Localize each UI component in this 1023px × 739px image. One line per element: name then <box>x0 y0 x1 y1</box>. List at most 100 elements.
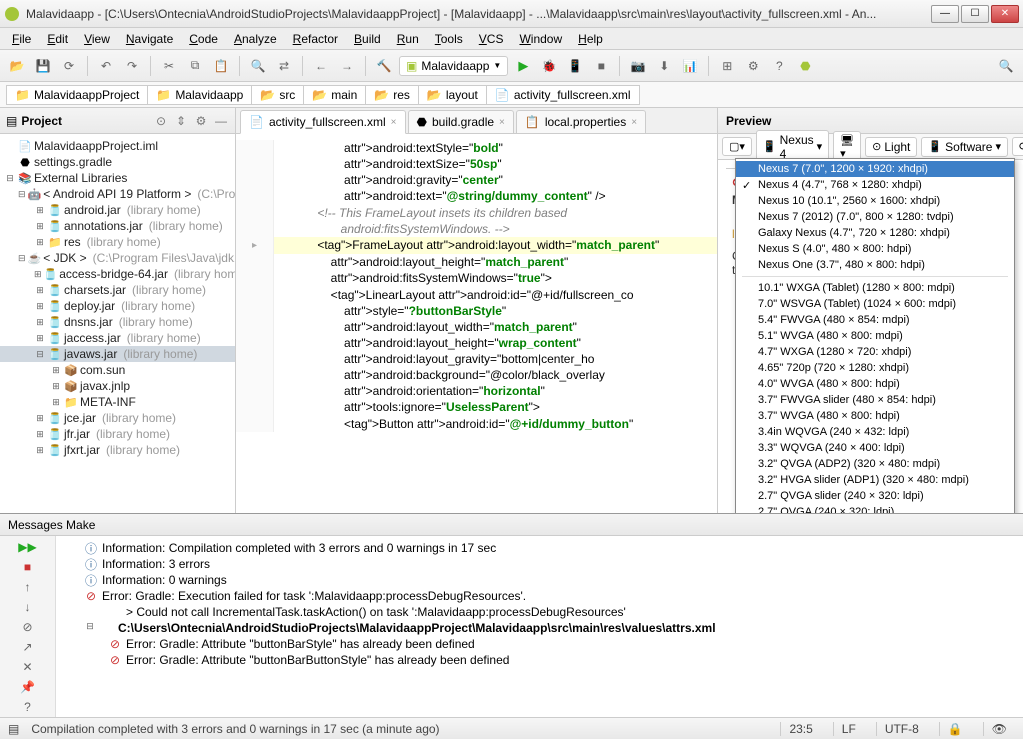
code-line[interactable]: attr">style="?buttonBarStyle" <box>236 303 717 319</box>
device-option[interactable]: 4.65" 720p (720 × 1280: xhdpi) <box>736 360 1014 376</box>
tree-toggle-icon[interactable]: ⊞ <box>50 397 62 408</box>
device-option[interactable]: 10.1" WXGA (Tablet) (1280 × 800: mdpi) <box>736 280 1014 296</box>
copy-button[interactable]: ⧉ <box>184 55 206 77</box>
code-line[interactable]: attr">android:textStyle="bold" <box>236 140 717 156</box>
tree-item[interactable]: ⊞🫙deploy.jar(library home) <box>0 298 235 314</box>
device-option[interactable]: 3.2" QVGA (ADP2) (320 × 480: mdpi) <box>736 456 1014 472</box>
stop-icon[interactable]: ■ <box>19 560 37 574</box>
device-option[interactable]: 2.7" QVGA (240 × 320: ldpi) <box>736 504 1014 513</box>
monitor-button[interactable]: 📊 <box>679 55 701 77</box>
close-tab-icon[interactable]: × <box>499 117 505 128</box>
tree-item[interactable]: ⊞📦javax.jnlp <box>0 378 235 394</box>
tree-item[interactable]: 📄MalavidaappProject.iml <box>0 138 235 154</box>
breadcrumb-3[interactable]: 📂main <box>303 85 366 105</box>
code-line[interactable]: ▸ <tag">FrameLayout attr">android:layout… <box>236 237 717 254</box>
close-tab-icon[interactable]: × <box>631 117 637 128</box>
menu-build[interactable]: Build <box>346 30 389 48</box>
code-line[interactable]: attr">tools:ignore="UselessParent"> <box>236 399 717 415</box>
device-option[interactable]: 3.4in WQVGA (240 × 432: ldpi) <box>736 424 1014 440</box>
export-icon[interactable]: ↗ <box>19 640 37 654</box>
status-icon[interactable]: ▤ <box>8 722 19 736</box>
tree-toggle-icon[interactable]: ⊟ <box>18 189 26 200</box>
message-line[interactable]: ⊘Error: Gradle: Attribute "buttonBarButt… <box>60 652 1019 668</box>
code-line[interactable]: attr">android:background="@color/black_o… <box>236 367 717 383</box>
close-tab-icon[interactable]: × <box>391 117 397 128</box>
menu-help[interactable]: Help <box>570 30 611 48</box>
menu-view[interactable]: View <box>76 30 118 48</box>
menu-navigate[interactable]: Navigate <box>118 30 181 48</box>
back-button[interactable]: ← <box>310 55 332 77</box>
run-config-selector[interactable]: ▣ Malavidaapp ▼ <box>399 56 508 76</box>
tree-item[interactable]: ⊞🫙jfxrt.jar(library home) <box>0 442 235 458</box>
breadcrumb-4[interactable]: 📂res <box>365 85 419 105</box>
close-icon[interactable]: ✕ <box>19 660 37 674</box>
device-option[interactable]: 3.2" HVGA slider (ADP1) (320 × 480: mdpi… <box>736 472 1014 488</box>
code-line[interactable]: <tag">Button attr">android:id="@+id/dumm… <box>236 416 717 432</box>
message-line[interactable]: ⊘Error: Gradle: Attribute "buttonBarStyl… <box>60 636 1019 652</box>
avd-button[interactable]: 📷 <box>627 55 649 77</box>
close-button[interactable]: ✕ <box>991 5 1019 23</box>
menu-code[interactable]: Code <box>181 30 226 48</box>
hide-icon[interactable]: — <box>213 113 229 129</box>
message-line[interactable]: ⊘Error: Gradle: Execution failed for tas… <box>60 588 1019 604</box>
minimize-button[interactable]: — <box>931 5 959 23</box>
tree-toggle-icon[interactable]: ⊞ <box>34 333 46 344</box>
code-line[interactable]: attr">android:gravity="center" <box>236 172 717 188</box>
menu-refactor[interactable]: Refactor <box>285 30 346 48</box>
maximize-button[interactable]: ☐ <box>961 5 989 23</box>
line-separator[interactable]: LF <box>833 722 864 736</box>
help-icon[interactable]: ? <box>19 700 37 714</box>
tree-item[interactable]: ⊟📚External Libraries <box>0 170 235 186</box>
tree-toggle-icon[interactable]: ⊟ <box>18 253 26 264</box>
search-everywhere-button[interactable]: 🔍 <box>995 55 1017 77</box>
tree-item[interactable]: ⊞🫙access-bridge-64.jar(library home) <box>0 266 235 282</box>
tree-toggle-icon[interactable]: ⊞ <box>34 285 46 296</box>
device-option[interactable]: 3.3" WQVGA (240 × 400: ldpi) <box>736 440 1014 456</box>
cut-button[interactable]: ✂ <box>158 55 180 77</box>
device-dropdown[interactable]: Nexus 7 (7.0", 1200 × 1920: xhdpi)Nexus … <box>735 158 1015 513</box>
down-icon[interactable]: ↓ <box>19 600 37 614</box>
open-button[interactable]: 📂 <box>6 55 28 77</box>
device-option[interactable]: Nexus 7 (2012) (7.0", 800 × 1280: tvdpi) <box>736 209 1014 225</box>
paste-button[interactable]: 📋 <box>210 55 232 77</box>
settings-icon[interactable]: ⚙ <box>193 113 209 129</box>
tree-toggle-icon[interactable]: ⊞ <box>34 237 46 248</box>
help-button[interactable]: ? <box>768 55 790 77</box>
scroll-from-source-icon[interactable]: ⊙ <box>153 113 169 129</box>
pin-icon[interactable]: 📌 <box>19 680 37 694</box>
settings-button[interactable]: ⚙ <box>742 55 764 77</box>
tree-toggle-icon[interactable]: ⊞ <box>34 429 46 440</box>
sync-button[interactable]: ⟳ <box>58 55 80 77</box>
filter-icon[interactable]: ⊘ <box>19 620 37 634</box>
tree-toggle-icon[interactable]: ⊞ <box>34 269 42 280</box>
code-line[interactable]: <tag">LinearLayout attr">android:id="@+i… <box>236 287 717 303</box>
menu-run[interactable]: Run <box>389 30 427 48</box>
code-line[interactable]: <!-- This FrameLayout insets its childre… <box>236 205 717 221</box>
make-button[interactable]: 🔨 <box>373 55 395 77</box>
tree-item[interactable]: ⊞📦com.sun <box>0 362 235 378</box>
redo-button[interactable]: ↷ <box>121 55 143 77</box>
tab-local-properties[interactable]: 📋local.properties× <box>516 110 646 133</box>
tree-toggle-icon[interactable]: ⊞ <box>34 221 46 232</box>
tree-item[interactable]: ⊞📁META-INF <box>0 394 235 410</box>
device-option[interactable]: Nexus 4 (4.7", 768 × 1280: xhdpi) <box>736 177 1014 193</box>
tree-toggle-icon[interactable]: ⊟ <box>34 349 46 360</box>
save-button[interactable]: 💾 <box>32 55 54 77</box>
tree-toggle-icon[interactable]: ⊞ <box>50 381 62 392</box>
device-option[interactable]: 3.7" WVGA (480 × 800: hdpi) <box>736 408 1014 424</box>
tree-item[interactable]: ⊞🫙charsets.jar(library home) <box>0 282 235 298</box>
tab-build-gradle[interactable]: ⬣build.gradle× <box>408 110 514 133</box>
undo-button[interactable]: ↶ <box>95 55 117 77</box>
code-editor[interactable]: attr">android:textStyle="bold" attr">and… <box>236 134 717 513</box>
debug-button[interactable]: 🐞 <box>538 55 560 77</box>
inspect-icon[interactable]: 👁 <box>983 722 1015 736</box>
message-line[interactable]: ⓘInformation: 3 errors <box>60 556 1019 572</box>
code-line[interactable]: attr">android:layout_width="match_parent… <box>236 319 717 335</box>
attach-button[interactable]: 📱 <box>564 55 586 77</box>
message-line[interactable]: ⓘInformation: 0 warnings <box>60 572 1019 588</box>
sdk-button[interactable]: ⬇ <box>653 55 675 77</box>
cursor-position[interactable]: 23:5 <box>780 722 820 736</box>
message-line[interactable]: ⊟C:\Users\Ontecnia\AndroidStudioProjects… <box>60 620 1019 636</box>
code-line[interactable]: attr">android:orientation="horizontal" <box>236 383 717 399</box>
up-icon[interactable]: ↑ <box>19 580 37 594</box>
